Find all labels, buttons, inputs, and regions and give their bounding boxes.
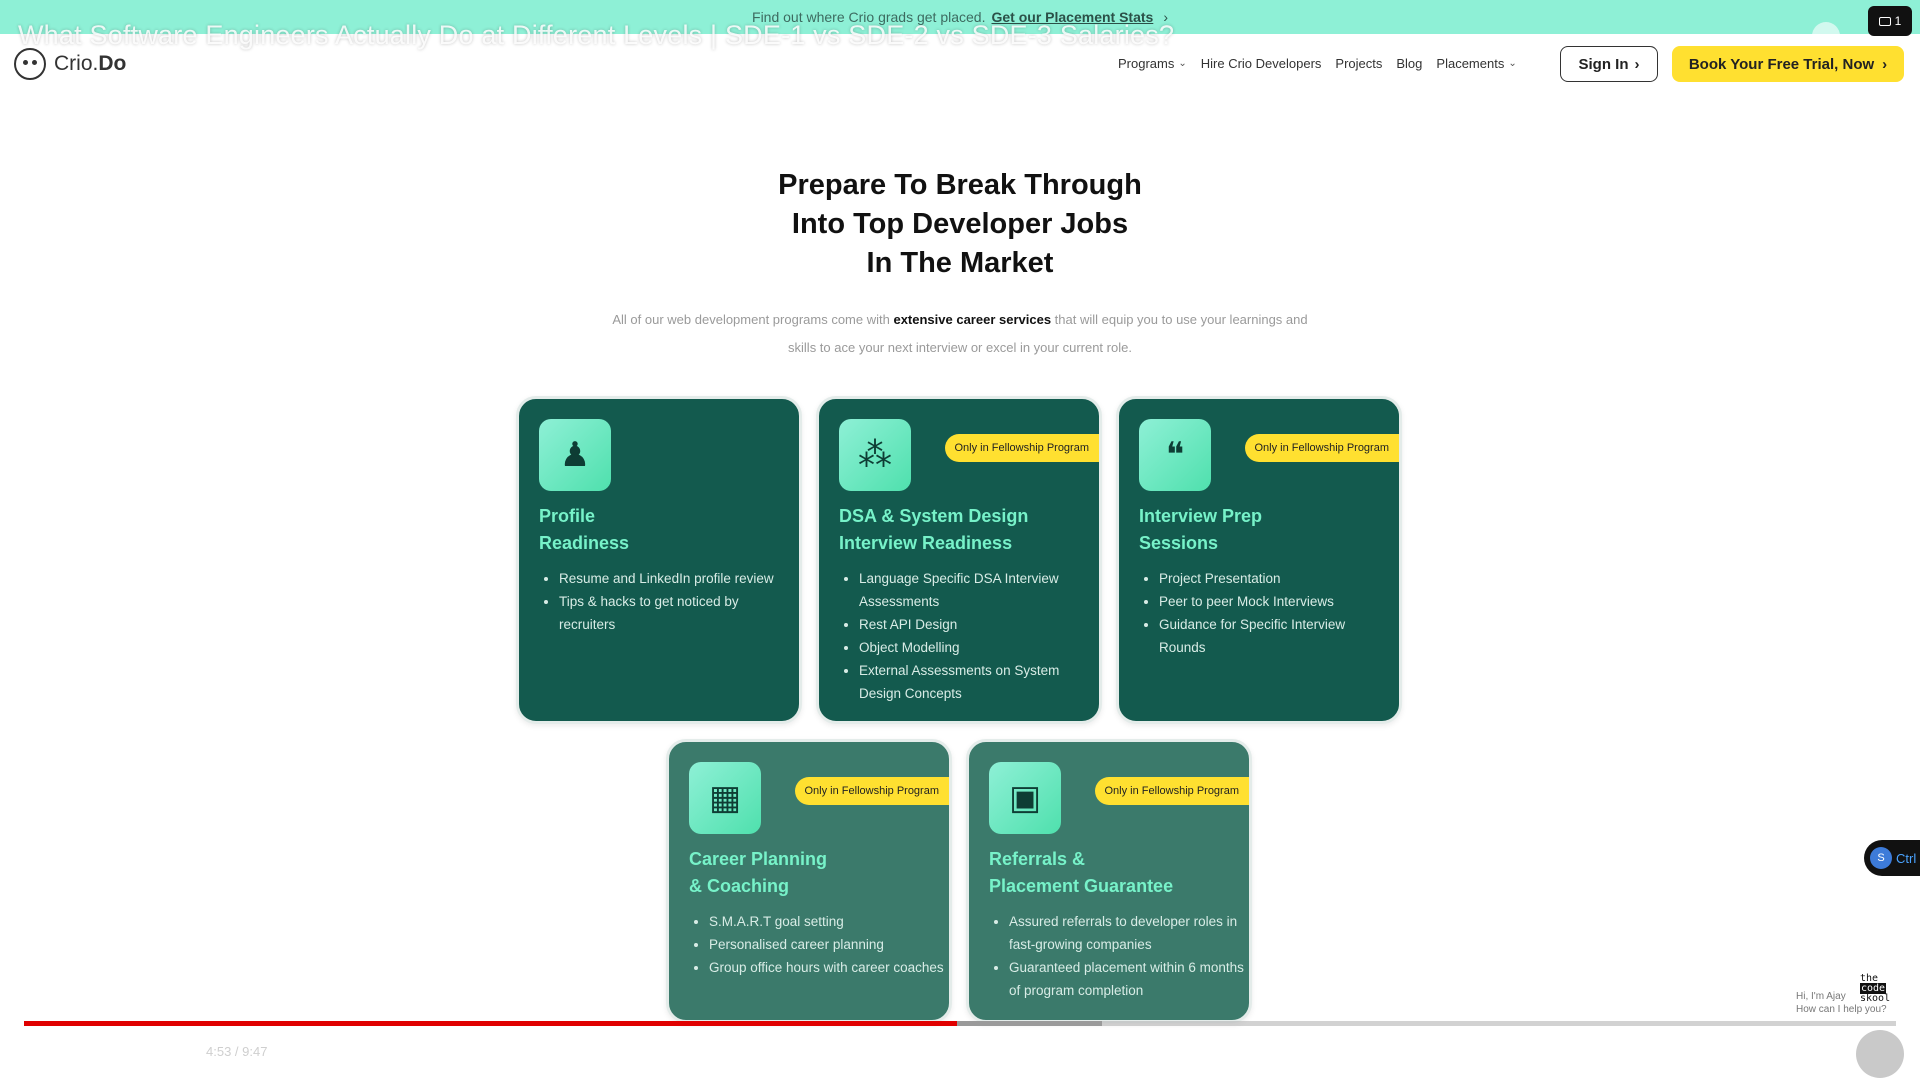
list-item: External Assessments on System Design Co… — [859, 659, 1095, 705]
fellowship-badge: Only in Fellowship Program — [794, 777, 949, 805]
extension-pill[interactable]: S Ctrl — [1864, 840, 1920, 876]
video-time: 4:53 / 9:47 — [206, 1044, 268, 1059]
channel-watermark: the code skool — [1860, 973, 1891, 1004]
calendar-icon: ▦ — [689, 762, 761, 834]
nav-link-hire[interactable]: Hire Crio Developers — [1201, 56, 1322, 71]
card-referrals-placement: ▣ Only in Fellowship Program Referrals &… — [966, 739, 1252, 1023]
chat-avatar[interactable] — [1856, 1030, 1904, 1078]
card-dsa-system-design: ⁂ Only in Fellowship Program DSA & Syste… — [816, 396, 1102, 724]
extension-label: Ctrl — [1896, 850, 1917, 866]
card-bullets: Project Presentation Peer to peer Mock I… — [1159, 567, 1395, 659]
chevron-right-icon: › — [1634, 55, 1640, 73]
nav-links: Programs ⌄ Hire Crio Developers Projects … — [1118, 56, 1517, 71]
chat-bubble-icon: ❝ — [1139, 419, 1211, 491]
list-item: Language Specific DSA Interview Assessme… — [859, 567, 1095, 613]
card-profile-readiness: ♟ ProfileReadiness Resume and LinkedIn p… — [516, 396, 802, 724]
briefcase-icon: ▣ — [989, 762, 1061, 834]
card-career-planning: ▦ Only in Fellowship Program Career Plan… — [666, 739, 952, 1023]
video-title: What Software Engineers Actually Do at D… — [18, 20, 1175, 50]
video-played-bar[interactable] — [24, 1021, 958, 1026]
list-item: Tips & hacks to get noticed by recruiter… — [559, 590, 795, 636]
card-bullets: Language Specific DSA Interview Assessme… — [859, 567, 1095, 705]
queue-icon — [1878, 16, 1891, 26]
extension-icon: S — [1870, 847, 1892, 869]
nav-link-projects[interactable]: Projects — [1335, 56, 1382, 71]
crio-logo[interactable]: Crio.Do — [14, 48, 126, 80]
fellowship-badge: Only in Fellowship Program — [944, 434, 1099, 462]
list-item: Personalised career planning — [709, 933, 945, 956]
logo-text: Crio.Do — [54, 52, 127, 75]
cat-logo-icon — [14, 48, 46, 80]
book-trial-button[interactable]: Book Your Free Trial, Now › — [1672, 46, 1904, 82]
list-item: Resume and LinkedIn profile review — [559, 567, 795, 590]
nav-link-placements[interactable]: Placements ⌄ — [1436, 56, 1516, 71]
sign-in-button[interactable]: Sign In › — [1560, 46, 1658, 82]
card-title: DSA & System Design Interview Readiness — [839, 506, 1029, 553]
card-title: Career Planning & Coaching — [689, 849, 828, 896]
list-item: Assured referrals to developer roles in … — [1009, 910, 1245, 956]
list-item: S.M.A.R.T goal setting — [709, 910, 945, 933]
fellowship-badge: Only in Fellowship Program — [1094, 777, 1249, 805]
nav-link-programs[interactable]: Programs ⌄ — [1118, 56, 1187, 71]
card-title: Interview Prep Sessions — [1139, 506, 1263, 553]
person-icon: ♟ — [539, 419, 611, 491]
list-item: Group office hours with career coaches — [709, 956, 945, 979]
card-bullets: Resume and LinkedIn profile review Tips … — [559, 567, 795, 636]
list-item: Rest API Design — [859, 613, 1095, 636]
card-interview-prep: ❝ Only in Fellowship Program Interview P… — [1116, 396, 1402, 724]
chevron-down-icon: ⌄ — [1178, 58, 1187, 69]
list-item: Guaranteed placement within 6 months of … — [1009, 956, 1245, 1002]
video-frame: Find out where Crio grads get placed. Ge… — [0, 0, 1920, 1080]
queue-button[interactable]: 1 — [1868, 6, 1912, 36]
nodes-icon: ⁂ — [839, 419, 911, 491]
section-heading: Prepare To Break Through Into Top Develo… — [778, 169, 1142, 279]
list-item: Guidance for Specific Interview Rounds — [1159, 613, 1395, 659]
card-title: Referrals & Placement Guarantee — [989, 849, 1174, 896]
list-item: Object Modelling — [859, 636, 1095, 659]
list-item: Project Presentation — [1159, 567, 1395, 590]
card-bullets: Assured referrals to developer roles in … — [1009, 910, 1245, 1002]
list-item: Peer to peer Mock Interviews — [1159, 590, 1395, 613]
card-bullets: S.M.A.R.T goal setting Personalised care… — [709, 910, 945, 979]
queue-count: 1 — [1894, 14, 1902, 28]
fellowship-badge: Only in Fellowship Program — [1244, 434, 1399, 462]
chevron-down-icon: ⌄ — [1508, 58, 1517, 69]
chevron-right-icon: › — [1882, 55, 1888, 73]
nav-link-blog[interactable]: Blog — [1396, 56, 1422, 71]
card-title: Profile Readiness — [539, 506, 630, 553]
section-subtitle: All of our web development programs come… — [612, 312, 1308, 355]
